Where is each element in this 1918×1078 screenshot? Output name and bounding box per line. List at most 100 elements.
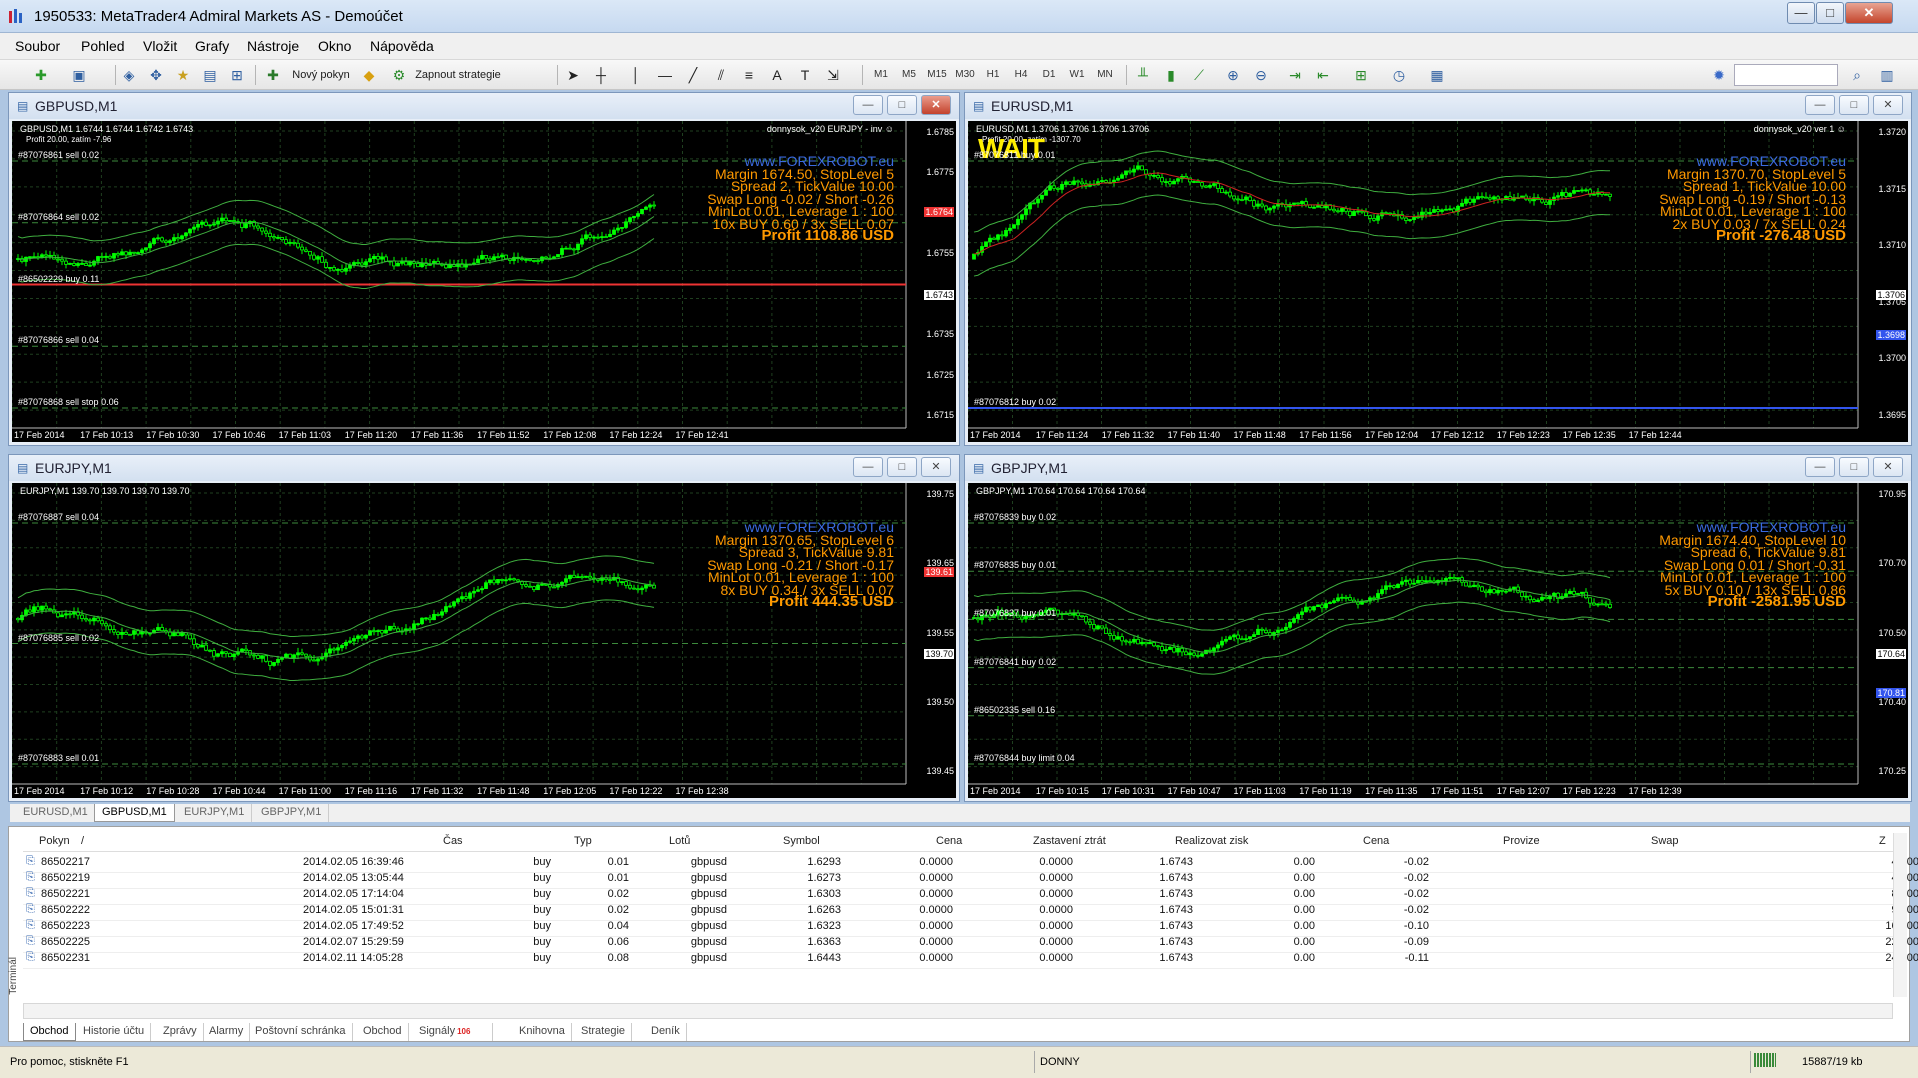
zoom-out-icon[interactable]: ⊖ bbox=[1250, 64, 1272, 86]
community-icon[interactable]: ▥ bbox=[1876, 64, 1898, 86]
search-icon[interactable]: ⌕ bbox=[1846, 64, 1868, 86]
text-label-icon[interactable]: T bbox=[794, 64, 816, 86]
fibonacci-icon[interactable]: ≡ bbox=[738, 64, 760, 86]
chart-window-eurusd[interactable]: ▤ EURUSD,M1 — □ ✕ EURUSD,M1 1.3706 1.3706 1.3… bbox=[964, 92, 1912, 446]
chart-tab-eurjpy[interactable]: EURJPY,M1 bbox=[177, 804, 253, 822]
tab-library[interactable]: Knihovna bbox=[513, 1023, 572, 1041]
tab-signals[interactable]: Signály 106 bbox=[413, 1023, 494, 1041]
tab-trade[interactable]: Obchod bbox=[23, 1023, 76, 1041]
col-profit[interactable]: Z bbox=[1879, 835, 1886, 847]
chart-canvas[interactable]: EURJPY,M1 139.70 139.70 139.70 139.70 #87… bbox=[12, 483, 956, 798]
col-take-profit[interactable]: Realizovat zisk bbox=[1175, 835, 1248, 847]
table-row[interactable]: ⎘ 86502231 2014.02.11 14:05:28 buy 0.08 gbpus… bbox=[23, 949, 1918, 969]
bar-chart-icon[interactable]: ╨ bbox=[1132, 64, 1154, 86]
profiles-icon[interactable]: ▣ bbox=[68, 64, 90, 86]
channel-icon[interactable]: ⫽ bbox=[710, 64, 732, 86]
timeframe-w1[interactable]: W1 bbox=[1064, 64, 1090, 86]
menu-file[interactable]: Soubor bbox=[15, 38, 60, 54]
col-stop-loss[interactable]: Zastavení ztrát bbox=[1033, 835, 1106, 847]
timeframe-h1[interactable]: H1 bbox=[980, 64, 1006, 86]
tab-strategies[interactable]: Strategie bbox=[575, 1023, 633, 1041]
new-chart-icon[interactable]: ✚ bbox=[30, 64, 52, 86]
search-input[interactable] bbox=[1734, 64, 1838, 86]
close-button[interactable]: ✕ bbox=[1845, 2, 1893, 24]
new-order-button[interactable]: Nový pokyn bbox=[285, 64, 357, 86]
col-swap[interactable]: Swap bbox=[1651, 835, 1679, 847]
candlestick-icon[interactable]: ▮ bbox=[1160, 64, 1182, 86]
col-order[interactable]: Pokyn bbox=[39, 835, 70, 847]
chart-maximize-button[interactable]: □ bbox=[887, 457, 917, 477]
chart-minimize-button[interactable]: — bbox=[853, 457, 883, 477]
tab-mailbox[interactable]: Poštovní schránka bbox=[249, 1023, 353, 1041]
cursor-icon[interactable]: ➤ bbox=[562, 64, 584, 86]
col-price[interactable]: Cena bbox=[936, 835, 962, 847]
minimize-button[interactable]: — bbox=[1787, 2, 1815, 24]
periods-icon[interactable]: ◷ bbox=[1388, 64, 1410, 86]
chart-title-bar[interactable]: ▤ EURUSD,M1 — □ ✕ bbox=[965, 93, 1911, 119]
chart-close-button[interactable]: ✕ bbox=[921, 95, 951, 115]
data-window-icon[interactable]: ★ bbox=[172, 64, 194, 86]
col-symbol[interactable]: Symbol bbox=[783, 835, 820, 847]
timeframe-m15[interactable]: M15 bbox=[924, 64, 950, 86]
tab-alerts[interactable]: Alarmy bbox=[203, 1023, 251, 1041]
chart-window-eurjpy[interactable]: ▤ EURJPY,M1 — □ ✕ EURJPY,M1 139.70 139.70 139… bbox=[8, 454, 960, 802]
col-time[interactable]: Čas bbox=[443, 835, 463, 847]
col-lots[interactable]: Lotů bbox=[669, 835, 690, 847]
autoscroll-icon[interactable]: ⇥ bbox=[1284, 64, 1306, 86]
menu-help[interactable]: Nápověda bbox=[370, 38, 434, 54]
new-order-icon[interactable]: ✚ bbox=[262, 64, 284, 86]
chart-canvas[interactable]: EURUSD,M1 1.3706 1.3706 1.3706 1.3706 Pro… bbox=[968, 121, 1908, 442]
navigator-icon[interactable]: ✥ bbox=[145, 64, 167, 86]
maximize-button[interactable]: □ bbox=[1816, 2, 1844, 24]
chart-minimize-button[interactable]: — bbox=[1805, 457, 1835, 477]
timeframe-m30[interactable]: M30 bbox=[952, 64, 978, 86]
chart-shift-icon[interactable]: ⇤ bbox=[1312, 64, 1334, 86]
horizontal-scrollbar[interactable] bbox=[23, 1003, 1893, 1019]
chart-window-gbpjpy[interactable]: ▤ GBPJPY,M1 — □ ✕ GBPJPY,M1 170.64 170.64 170… bbox=[964, 454, 1912, 802]
settings-gear-icon[interactable]: ✹ bbox=[1708, 64, 1730, 86]
chart-maximize-button[interactable]: □ bbox=[887, 95, 917, 115]
menu-window[interactable]: Okno bbox=[318, 38, 351, 54]
chart-close-button[interactable]: ✕ bbox=[921, 457, 951, 477]
terminal-icon[interactable]: ▤ bbox=[199, 64, 221, 86]
chart-title-bar[interactable]: ▤ GBPUSD,M1 — □ ✕ bbox=[9, 93, 959, 119]
col-commission[interactable]: Provize bbox=[1503, 835, 1540, 847]
chart-tab-eurusd[interactable]: EURUSD,M1 bbox=[16, 804, 96, 822]
chart-window-gbpusd[interactable]: ▤ GBPUSD,M1 — □ ✕ GBPUSD,M1 1.6744 1.6744 1.6… bbox=[8, 92, 960, 446]
horizontal-line-icon[interactable]: — bbox=[654, 64, 676, 86]
timeframe-mn[interactable]: MN bbox=[1092, 64, 1118, 86]
crosshair-icon[interactable]: ┼ bbox=[590, 64, 612, 86]
chart-maximize-button[interactable]: □ bbox=[1839, 457, 1869, 477]
chart-tab-gbpusd[interactable]: GBPUSD,M1 bbox=[94, 804, 175, 822]
chart-close-button[interactable]: ✕ bbox=[1873, 95, 1903, 115]
templates-icon[interactable]: ▦ bbox=[1426, 64, 1448, 86]
chart-minimize-button[interactable]: — bbox=[1805, 95, 1835, 115]
chart-title-bar[interactable]: ▤ EURJPY,M1 — □ ✕ bbox=[9, 455, 959, 481]
text-icon[interactable]: A bbox=[766, 64, 788, 86]
col-current-price[interactable]: Cena bbox=[1363, 835, 1389, 847]
strategy-icon[interactable]: ⚙ bbox=[388, 64, 410, 86]
market-watch-icon[interactable]: ◈ bbox=[118, 64, 140, 86]
vertical-line-icon[interactable]: │ bbox=[625, 64, 647, 86]
col-type[interactable]: Typ bbox=[574, 835, 592, 847]
vertical-scrollbar[interactable] bbox=[1893, 833, 1907, 997]
menu-tools[interactable]: Nástroje bbox=[247, 38, 299, 54]
chart-canvas[interactable]: GBPJPY,M1 170.64 170.64 170.64 170.64 #87… bbox=[968, 483, 1908, 798]
arrows-icon[interactable]: ⇲ bbox=[822, 64, 844, 86]
tester-icon[interactable]: ⊞ bbox=[226, 64, 248, 86]
chart-tab-gbpjpy[interactable]: GBPJPY,M1 bbox=[254, 804, 330, 822]
chart-canvas[interactable]: GBPUSD,M1 1.6744 1.6744 1.6742 1.6743 Pro… bbox=[12, 121, 956, 442]
tab-account-history[interactable]: Historie účtu bbox=[77, 1023, 152, 1041]
timeframe-m1[interactable]: M1 bbox=[868, 64, 894, 86]
timeframe-h4[interactable]: H4 bbox=[1008, 64, 1034, 86]
chart-maximize-button[interactable]: □ bbox=[1839, 95, 1869, 115]
tab-journal[interactable]: Deník bbox=[645, 1023, 687, 1041]
trendline-icon[interactable]: ╱ bbox=[682, 64, 704, 86]
connection-icon[interactable] bbox=[1754, 1053, 1776, 1067]
timeframe-d1[interactable]: D1 bbox=[1036, 64, 1062, 86]
tab-news[interactable]: Zprávy bbox=[157, 1023, 204, 1041]
chart-close-button[interactable]: ✕ bbox=[1873, 457, 1903, 477]
menu-charts[interactable]: Grafy bbox=[195, 38, 229, 54]
timeframe-m5[interactable]: M5 bbox=[896, 64, 922, 86]
chart-minimize-button[interactable]: — bbox=[853, 95, 883, 115]
